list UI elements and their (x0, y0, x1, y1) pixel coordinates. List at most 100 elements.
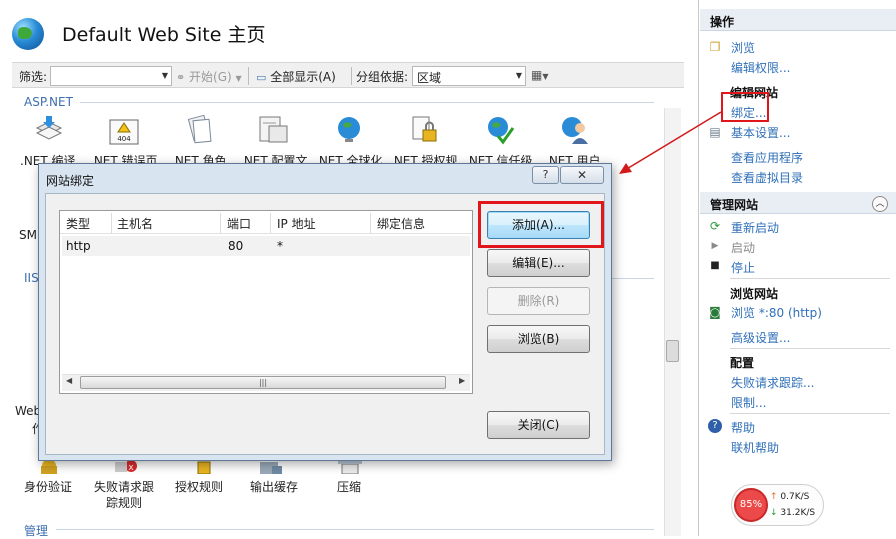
config-group: 配置 (730, 356, 755, 370)
stop-link[interactable]: 停止 (731, 259, 755, 276)
section-divider (80, 102, 654, 103)
feature-label: 踪规则 (106, 496, 143, 510)
table-row[interactable] (62, 236, 470, 256)
compression-icon[interactable] (336, 460, 368, 474)
arrow-up-icon: ↑ (770, 492, 781, 502)
go-button[interactable]: ⚭ 开始(G) ▼ (176, 68, 242, 85)
edit-permissions-link[interactable]: 编辑权限... (731, 59, 790, 76)
column-header-ip[interactable]: IP 地址 (277, 215, 316, 232)
scroll-right-arrow-icon[interactable]: ▶ (459, 376, 465, 385)
show-all-icon: ▭ (256, 71, 267, 84)
basic-settings-link[interactable]: 基本设置... (731, 124, 790, 141)
feature-label: 压缩 (337, 480, 362, 494)
cpu-usage-badge: 85% (734, 488, 768, 522)
browse-button[interactable]: 浏览(B) (487, 325, 590, 353)
filter-input[interactable]: ▼ (50, 66, 172, 86)
binoculars-icon: ⚭ (176, 71, 186, 84)
svg-text:x: x (128, 463, 134, 473)
show-all-button[interactable]: ▭ 全部显示(A) (256, 68, 336, 85)
authorization-rules-icon[interactable] (190, 460, 222, 474)
users-icon[interactable] (558, 114, 590, 146)
collapse-chevron-icon[interactable]: ︿ (872, 196, 888, 212)
error-pages-icon[interactable]: 404 (108, 116, 140, 148)
close-button[interactable]: 关闭(C) (487, 411, 590, 439)
remove-button[interactable]: 删除(R) (487, 287, 590, 315)
arrow-down-icon: ↓ (770, 508, 781, 518)
trust-levels-icon[interactable] (484, 114, 516, 146)
start-link[interactable]: 启动 (731, 239, 755, 256)
authentication-icon[interactable] (33, 460, 65, 474)
upload-value: 0.7K/S (780, 492, 810, 502)
section-manage: 管理 (24, 524, 49, 538)
scrollbar-thumb[interactable] (666, 340, 679, 362)
browse-http-link[interactable]: 浏览 *:80 (http) (731, 304, 822, 321)
browse-site-group: 浏览网站 (730, 287, 779, 301)
help-link[interactable]: 帮助 (731, 419, 755, 436)
dialog-title: 网站绑定 (46, 174, 95, 188)
section-divider (56, 529, 654, 530)
filter-label: 筛选: (19, 70, 48, 84)
grid-view-icon: ▦ (531, 68, 543, 82)
chevron-down-icon: ▼ (515, 71, 522, 80)
pane-divider (730, 278, 890, 279)
vertical-scrollbar[interactable] (664, 108, 681, 536)
download-speed: ↓ 31.2K/S (770, 508, 815, 518)
list-header-divider (60, 233, 472, 234)
globe-icon (12, 18, 44, 50)
limits-link[interactable]: 限制... (731, 394, 766, 411)
column-header-host[interactable]: 主机名 (117, 215, 153, 232)
scrollbar-thumb[interactable]: ||| (80, 376, 446, 389)
toolbar-separator (351, 67, 352, 85)
bindings-highlight-box (721, 92, 769, 122)
column-separator (370, 213, 371, 233)
column-header-type[interactable]: 类型 (66, 215, 90, 232)
cell-type: http (66, 239, 91, 253)
column-header-port[interactable]: 端口 (227, 215, 251, 232)
feature-label: 输出缓存 (250, 480, 299, 494)
actions-pane (698, 0, 896, 536)
help-icon: ? (708, 419, 722, 433)
output-caching-icon[interactable] (256, 460, 288, 474)
column-separator (220, 213, 221, 233)
cell-ip: * (277, 239, 283, 253)
globalization-icon[interactable] (333, 114, 365, 146)
feature-label: 授权规则 (175, 480, 224, 494)
restart-icon: ⟳ (709, 219, 721, 233)
view-mode-button[interactable]: ▦▼ (531, 68, 549, 82)
authorization-rules-icon[interactable] (408, 114, 440, 146)
section-aspnet: ASP.NET (24, 95, 73, 109)
basic-settings-icon: ▤ (709, 125, 721, 139)
view-applications-link[interactable]: 查看应用程序 (731, 149, 803, 166)
pane-divider (730, 413, 890, 414)
actions-header: 操作 (700, 9, 896, 31)
browse-http-icon: ◙ (709, 305, 721, 319)
advanced-settings-link[interactable]: 高级设置... (731, 329, 790, 346)
profile-icon[interactable] (257, 114, 289, 146)
failed-request-tracing-icon[interactable]: x (111, 460, 143, 474)
scroll-left-arrow-icon[interactable]: ◀ (66, 376, 72, 385)
svg-text:404: 404 (117, 135, 131, 143)
failed-request-tracing-link[interactable]: 失败请求跟踪... (731, 374, 814, 391)
column-header-info[interactable]: 绑定信息 (377, 215, 425, 232)
add-button-highlight-box (478, 201, 604, 248)
compilation-icon[interactable] (33, 114, 65, 146)
view-virtual-directories-link[interactable]: 查看虚拟目录 (731, 169, 803, 186)
roles-icon[interactable] (183, 114, 215, 146)
restart-link[interactable]: 重新启动 (731, 219, 779, 236)
group-by-select[interactable]: 区域 ▼ (412, 66, 526, 86)
chevron-down-icon: ▼ (542, 72, 549, 81)
stop-icon: ■ (710, 260, 720, 271)
upload-speed: ↑ 0.7K/S (770, 492, 809, 502)
column-separator (111, 213, 112, 233)
start-icon: ▶ (711, 241, 719, 251)
browse-link[interactable]: 浏览 (731, 39, 755, 56)
manage-site-header: 管理网站 (700, 192, 896, 214)
feature-label: 失败请求跟 (94, 480, 155, 494)
online-help-link[interactable]: 联机帮助 (731, 439, 779, 456)
close-x-button[interactable]: ✕ (560, 166, 604, 184)
filter-toolbar: 筛选: ▼ ⚭ 开始(G) ▼ ▭ 全部显示(A) 分组依据: 区域 ▼ ▦▼ (12, 62, 684, 88)
go-label: 开始(G) (189, 70, 232, 84)
chevron-down-icon: ▼ (161, 71, 168, 80)
help-button[interactable]: ? (532, 166, 559, 184)
edit-button[interactable]: 编辑(E)... (487, 249, 590, 277)
